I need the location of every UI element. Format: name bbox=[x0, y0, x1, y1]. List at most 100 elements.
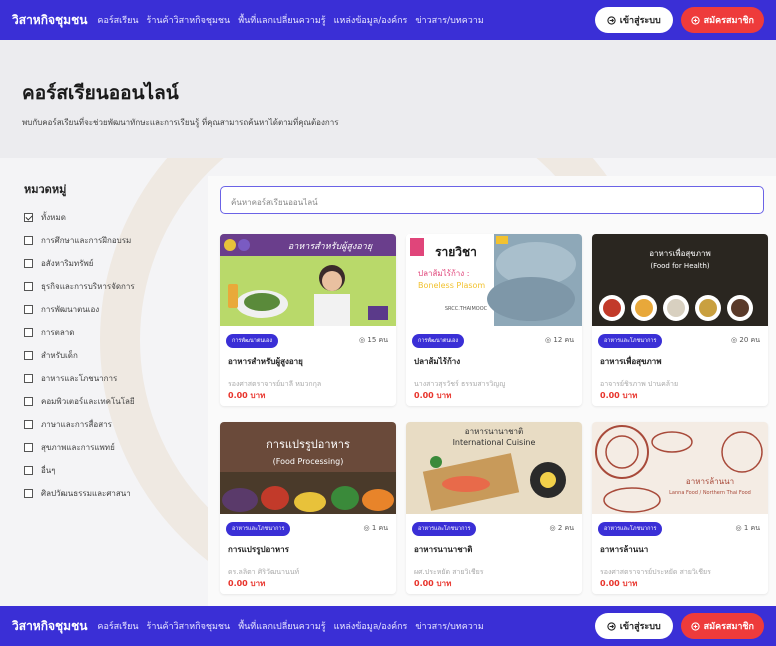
course-thumbnail: การแปรรูปอาหาร (Food Processing) bbox=[220, 422, 396, 514]
thumb-subtitle-3: SRCC.THAIMOOC bbox=[445, 306, 488, 312]
people-icon: ◎ bbox=[731, 336, 738, 344]
thumb-title-text: อาหารสำหรับผู้สูงอายุ bbox=[288, 241, 373, 252]
footer-link-news[interactable]: ข่าวสาร/บทความ bbox=[415, 619, 483, 633]
footer-login-button[interactable]: เข้าสู่ระบบ bbox=[594, 613, 673, 639]
page-title: คอร์สเรียนออนไลน์ bbox=[22, 82, 179, 104]
course-card[interactable]: รายวิชา ปลาส้มไร้ก้าง : Boneless Plasom … bbox=[406, 234, 582, 406]
category-label: ทั้งหมด bbox=[41, 213, 66, 222]
user-plus-icon bbox=[691, 15, 700, 25]
thumb-subtitle-1: Lanna Food / Northern Thai Food bbox=[669, 490, 751, 496]
category-checkbox[interactable] bbox=[24, 443, 33, 452]
category-label: สุขภาพและการแพทย์ bbox=[41, 443, 115, 452]
course-card[interactable]: อาหารสำหรับผู้สูงอายุ การพัฒนาตนเอง ◎ 15… bbox=[220, 234, 396, 406]
login-button[interactable]: เข้าสู่ระบบ bbox=[594, 7, 673, 33]
thumb-subtitle-1: ปลาส้มไร้ก้าง : bbox=[418, 269, 469, 278]
category-checkbox[interactable] bbox=[24, 282, 33, 291]
category-label: การพัฒนาตนเอง bbox=[41, 305, 100, 314]
page-subtitle: พบกับคอร์สเรียนที่จะช่วยพัฒนาทักษะและการ… bbox=[22, 118, 339, 127]
category-filter-item[interactable]: สุขภาพและการแพทย์ bbox=[24, 436, 194, 459]
course-title[interactable]: อาหารสำหรับผู้สูงอายุ bbox=[228, 355, 303, 368]
course-category-badge: การพัฒนาตนเอง bbox=[226, 334, 279, 348]
category-label: ศิลปวัฒนธรรมและศาสนา bbox=[41, 489, 131, 498]
nav-link-knowledge[interactable]: พื้นที่แลกเปลี่ยนความรู้ bbox=[238, 13, 325, 27]
course-title[interactable]: อาหารนานาชาติ bbox=[414, 543, 472, 556]
register-button[interactable]: สมัครสมาชิก bbox=[680, 7, 764, 33]
people-icon: ◎ bbox=[549, 524, 556, 532]
category-filter-item[interactable]: ศิลปวัฒนธรรมและศาสนา bbox=[24, 482, 194, 505]
course-card[interactable]: อาหารนานาชาติ International Cuisine อาหา… bbox=[406, 422, 582, 594]
people-icon: ◎ bbox=[545, 336, 552, 344]
category-checkbox[interactable] bbox=[24, 466, 33, 475]
course-title[interactable]: ปลาส้มไร้ก้าง bbox=[414, 355, 460, 368]
course-category-badge: อาหารและโภชนาการ bbox=[598, 334, 663, 348]
nav-link-resources[interactable]: แหล่งข้อมูล/องค์กร bbox=[334, 13, 408, 27]
category-filter-item[interactable]: อสังหาริมทรัพย์ bbox=[24, 252, 194, 275]
course-list-panel: ค้นหาคอร์สเรียนออนไลน์ อาหารสำหรับผู้สูง… bbox=[208, 176, 776, 606]
category-filter-item[interactable]: การศึกษาและการฝึกอบรม bbox=[24, 229, 194, 252]
category-filter-item[interactable]: การตลาด bbox=[24, 321, 194, 344]
category-checkbox[interactable] bbox=[24, 489, 33, 498]
people-icon: ◎ bbox=[363, 524, 370, 532]
course-title[interactable]: อาหารเพื่อสุขภาพ bbox=[600, 355, 662, 368]
course-thumbnail: อาหารนานาชาติ International Cuisine bbox=[406, 422, 582, 514]
course-price: 0.00 บาท bbox=[600, 579, 638, 588]
category-checkbox[interactable] bbox=[24, 397, 33, 406]
category-checkbox[interactable] bbox=[24, 420, 33, 429]
category-checkbox[interactable] bbox=[24, 351, 33, 360]
category-checkbox[interactable] bbox=[24, 259, 33, 268]
course-category-badge: อาหารและโภชนาการ bbox=[226, 522, 291, 536]
brand-logo[interactable]: วิสาหกิจชุมชน bbox=[12, 11, 87, 30]
search-input[interactable]: ค้นหาคอร์สเรียนออนไลน์ bbox=[220, 186, 764, 214]
people-icon: ◎ bbox=[359, 336, 366, 344]
thumb-subtitle-1: International Cuisine bbox=[453, 438, 536, 447]
thumb-title-text: รายวิชา bbox=[435, 245, 477, 259]
footer-brand-logo[interactable]: วิสาหกิจชุมชน bbox=[12, 617, 87, 636]
thumb-subtitle-1: (Food Processing) bbox=[273, 457, 344, 466]
course-price: 0.00 บาท bbox=[600, 391, 638, 400]
enrollment-count: ◎ 2 คน bbox=[549, 524, 575, 532]
footer-link-knowledge[interactable]: พื้นที่แลกเปลี่ยนความรู้ bbox=[238, 619, 325, 633]
course-title[interactable]: อาหารล้านนา bbox=[600, 543, 648, 556]
category-checkbox[interactable] bbox=[24, 328, 33, 337]
footer-link-courses[interactable]: คอร์สเรียน bbox=[97, 619, 138, 633]
thumb-title-text: อาหารเพื่อสุขภาพ bbox=[649, 247, 711, 258]
course-card[interactable]: อาหารล้านนา Lanna Food / Northern Thai F… bbox=[592, 422, 768, 594]
footer-link-resources[interactable]: แหล่งข้อมูล/องค์กร bbox=[334, 619, 408, 633]
footer-navbar: วิสาหกิจชุมชน คอร์สเรียน ร้านค้าวิสาหกิจ… bbox=[0, 606, 776, 646]
category-filter-item[interactable]: ภาษาและการสื่อสาร bbox=[24, 413, 194, 436]
footer-link-shop[interactable]: ร้านค้าวิสาหกิจชุมชน bbox=[147, 619, 231, 633]
thumb-subtitle-1: (Food for Health) bbox=[650, 262, 710, 270]
thumb-subtitle-2: Boneless Plasom bbox=[418, 281, 485, 290]
course-card[interactable]: อาหารเพื่อสุขภาพ (Food for Health) อาหาร… bbox=[592, 234, 768, 406]
course-price: 0.00 บาท bbox=[228, 391, 266, 400]
nav-link-courses[interactable]: คอร์สเรียน bbox=[97, 13, 138, 27]
category-filter-item[interactable]: ธุรกิจและการบริหารจัดการ bbox=[24, 275, 194, 298]
category-filter-item[interactable]: การพัฒนาตนเอง bbox=[24, 298, 194, 321]
category-sidebar: หมวดหมู่ ทั้งหมด การศึกษาและการฝึกอบรม อสั… bbox=[24, 180, 194, 505]
thumb-title-text: อาหารนานาชาติ bbox=[465, 427, 523, 436]
category-filter-item[interactable]: สำหรับเด็ก bbox=[24, 344, 194, 367]
category-label: สำหรับเด็ก bbox=[41, 351, 78, 360]
course-price: 0.00 บาท bbox=[228, 579, 266, 588]
course-thumbnail: อาหารเพื่อสุขภาพ (Food for Health) bbox=[592, 234, 768, 326]
nav-link-news[interactable]: ข่าวสาร/บทความ bbox=[415, 13, 483, 27]
enrollment-count: ◎ 20 คน bbox=[731, 336, 760, 344]
category-label: ธุรกิจและการบริหารจัดการ bbox=[41, 282, 135, 291]
footer-register-button[interactable]: สมัครสมาชิก bbox=[680, 613, 764, 639]
category-filter-item[interactable]: อื่นๆ bbox=[24, 459, 194, 482]
course-title[interactable]: การแปรรูปอาหาร bbox=[228, 543, 289, 556]
category-checkbox[interactable] bbox=[24, 213, 33, 222]
category-checkbox[interactable] bbox=[24, 305, 33, 314]
category-label: การตลาด bbox=[41, 328, 75, 337]
course-thumbnail: อาหารสำหรับผู้สูงอายุ bbox=[220, 234, 396, 326]
category-checkbox[interactable] bbox=[24, 374, 33, 383]
course-category-badge: อาหารและโภชนาการ bbox=[412, 522, 477, 536]
category-checkbox[interactable] bbox=[24, 236, 33, 245]
people-icon: ◎ bbox=[735, 524, 742, 532]
category-filter-item[interactable]: คอมพิวเตอร์และเทคโนโลยี bbox=[24, 390, 194, 413]
category-filter-item[interactable]: อาหารและโภชนาการ bbox=[24, 367, 194, 390]
course-card[interactable]: การแปรรูปอาหาร (Food Processing) อาหารแล… bbox=[220, 422, 396, 594]
course-price: 0.00 บาท bbox=[414, 391, 452, 400]
nav-link-shop[interactable]: ร้านค้าวิสาหกิจชุมชน bbox=[147, 13, 231, 27]
category-filter-item[interactable]: ทั้งหมด bbox=[24, 206, 194, 229]
